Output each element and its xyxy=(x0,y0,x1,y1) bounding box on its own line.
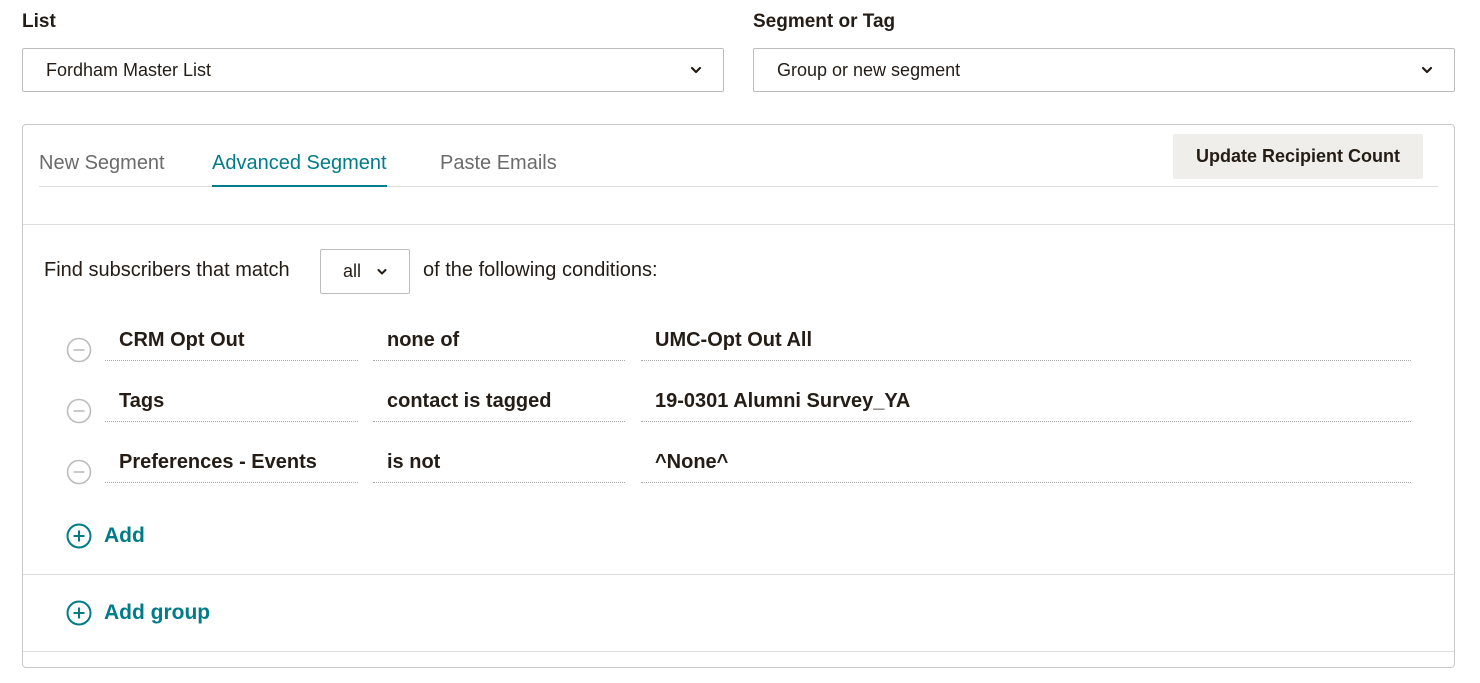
match-select-value: all xyxy=(343,261,362,281)
tab-advanced-segment[interactable]: Advanced Segment xyxy=(212,152,387,187)
add-group-link[interactable]: Add group xyxy=(66,600,210,626)
add-group-label: Add group xyxy=(104,601,211,624)
segment-select-value: Group or new segment xyxy=(777,59,961,80)
list-select-value: Fordham Master List xyxy=(46,59,212,80)
condition-value[interactable]: 19-0301 Alumni Survey_YA xyxy=(641,384,1411,422)
condition-operator[interactable]: is not xyxy=(373,445,625,483)
condition-operator[interactable]: none of xyxy=(373,323,625,361)
chevron-down-icon xyxy=(1421,66,1433,74)
condition-field[interactable]: CRM Opt Out xyxy=(105,323,358,361)
add-condition-link[interactable]: Add xyxy=(66,523,145,549)
divider xyxy=(23,574,1454,575)
divider xyxy=(23,224,1454,225)
list-label: List xyxy=(22,11,56,32)
minus-circle-icon[interactable] xyxy=(66,398,92,424)
condition-row: Tags contact is tagged 19-0301 Alumni Su… xyxy=(23,384,1454,438)
plus-circle-icon xyxy=(66,600,92,626)
condition-field[interactable]: Tags xyxy=(105,384,358,422)
match-suffix: of the following conditions: xyxy=(423,259,658,281)
segment-select[interactable]: Group or new segment xyxy=(753,48,1455,92)
divider xyxy=(23,651,1454,652)
condition-field[interactable]: Preferences - Events xyxy=(105,445,358,483)
segment-label: Segment or Tag xyxy=(753,11,896,32)
add-condition-label: Add xyxy=(104,524,145,547)
condition-value[interactable]: ^None^ xyxy=(641,445,1411,483)
tab-paste-emails[interactable]: Paste Emails xyxy=(440,152,557,185)
chevron-down-icon xyxy=(377,269,387,275)
tab-new-segment[interactable]: New Segment xyxy=(39,152,165,185)
condition-row: Preferences - Events is not ^None^ xyxy=(23,445,1454,499)
segment-panel: New Segment Advanced Segment Paste Email… xyxy=(22,124,1455,668)
condition-operator[interactable]: contact is tagged xyxy=(373,384,625,422)
chevron-down-icon xyxy=(690,66,702,74)
minus-circle-icon[interactable] xyxy=(66,337,92,363)
minus-circle-icon[interactable] xyxy=(66,459,92,485)
update-recipient-count-button[interactable]: Update Recipient Count xyxy=(1173,134,1423,179)
list-select[interactable]: Fordham Master List xyxy=(22,48,724,92)
condition-value[interactable]: UMC-Opt Out All xyxy=(641,323,1411,361)
plus-circle-icon xyxy=(66,523,92,549)
match-select[interactable]: all xyxy=(320,249,410,294)
match-prefix: Find subscribers that match xyxy=(44,259,290,281)
condition-row: CRM Opt Out none of UMC-Opt Out All xyxy=(23,323,1454,377)
